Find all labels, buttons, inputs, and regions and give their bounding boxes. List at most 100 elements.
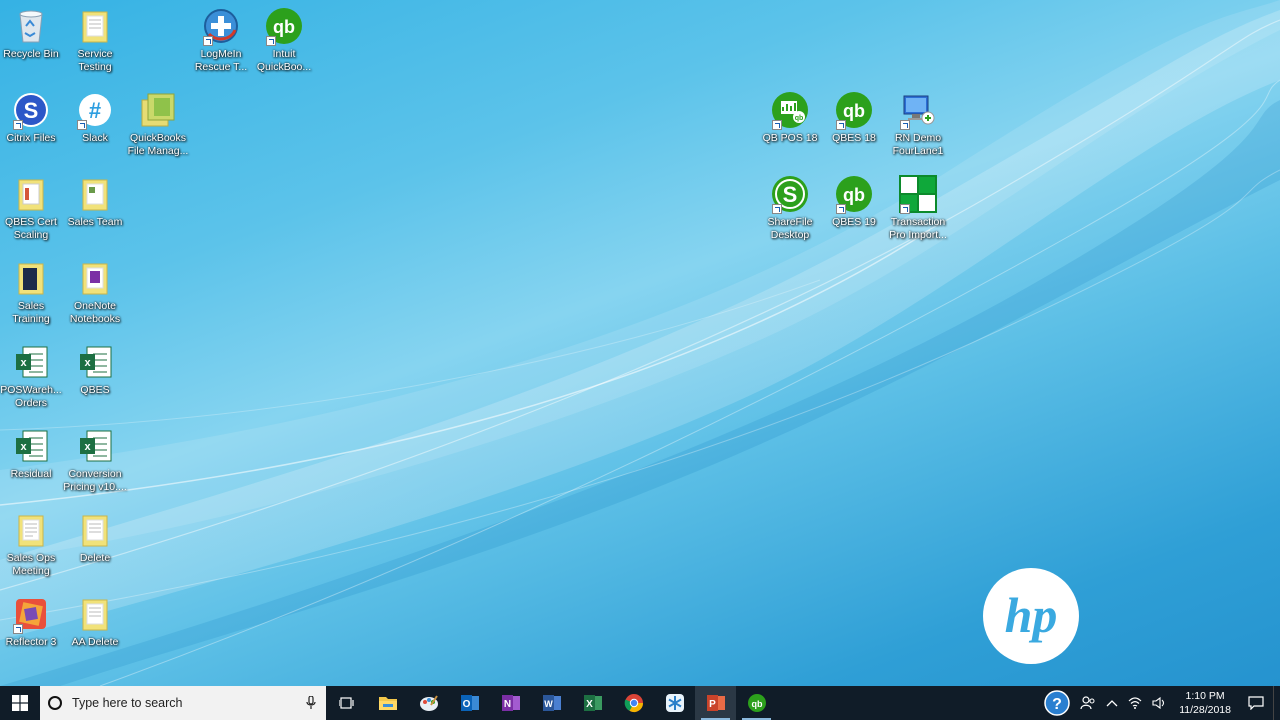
outlook-icon: O — [460, 695, 479, 711]
taskbar-search-box[interactable]: Type here to search — [40, 686, 326, 720]
shortcut-arrow-icon — [900, 120, 910, 130]
desktop-icon-aa-delete[interactable]: AA Delete — [63, 590, 127, 649]
desktop-icon-service-testing[interactable]: Service Testing — [63, 2, 127, 74]
taskbar-file-explorer[interactable] — [367, 686, 408, 720]
clock-time: 1:10 PM — [1185, 690, 1225, 702]
taskbar-powerpoint[interactable]: P — [695, 686, 736, 720]
svg-text:qb: qb — [843, 185, 865, 205]
taskbar-quickbooks[interactable]: qb — [736, 686, 777, 720]
desktop-icon-label: Service Testing — [77, 48, 113, 73]
desktop-icon-label: QBES — [80, 384, 110, 396]
desktop-icon-residual[interactable]: x Residual — [0, 422, 63, 481]
shortcut-arrow-icon — [836, 120, 846, 130]
qb-pos-icon: qb — [770, 90, 810, 130]
desktop-icon-sharefile-desktop[interactable]: S ShareFile Desktop — [758, 170, 822, 242]
desktop-icon-qbes-cert-scaling[interactable]: QBES Cert Scaling — [0, 170, 63, 242]
desktop-icon-label: QB POS 18 — [762, 132, 818, 144]
speaker-icon — [1152, 697, 1165, 709]
svg-text:S: S — [783, 182, 798, 207]
svg-text:P: P — [709, 699, 716, 710]
network-button[interactable] — [1123, 686, 1147, 720]
folder-icon — [11, 510, 51, 550]
desktop-icon-label: Conversion Pricing v10.... — [63, 468, 127, 493]
desktop-icon-citrix-files[interactable]: S Citrix Files — [0, 86, 63, 145]
desktop-icon-sales-team[interactable]: Sales Team — [63, 170, 127, 229]
desktop-icon-transaction-pro-importer[interactable]: Transaction Pro Import... — [886, 170, 950, 242]
desktop-icon-poswarehouse-orders[interactable]: x POSWareh... Orders — [0, 338, 63, 410]
desktop-icon-label: QuickBooks File Manag... — [127, 132, 189, 157]
desktop-icon-qbes-18[interactable]: qb QBES 18 — [822, 86, 886, 145]
folder-icon — [75, 510, 115, 550]
folder-icon — [75, 594, 115, 634]
microphone-icon[interactable] — [296, 696, 326, 710]
desktop-icon-label: Reflector 3 — [5, 636, 57, 648]
remote-desktop-icon — [898, 90, 938, 130]
clock[interactable]: 1:10 PM 11/28/2018 — [1171, 689, 1239, 717]
taskbar-word[interactable]: W — [531, 686, 572, 720]
people-button[interactable] — [1075, 686, 1101, 720]
desktop-icon-qb-pos-18[interactable]: qb QB POS 18 — [758, 86, 822, 145]
shortcut-arrow-icon — [203, 36, 213, 46]
desktop-icon-sales-ops-meeting[interactable]: Sales Ops Meeting — [0, 506, 63, 578]
task-view-button[interactable] — [326, 686, 367, 720]
desktop-icon-intuit-quickbooks[interactable]: qb Intuit QuickBoo... — [252, 2, 316, 74]
desktop-icon-label: Citrix Files — [6, 132, 56, 144]
clock-date: 11/28/2018 — [1179, 704, 1231, 716]
desktop: Recycle Bin S Citrix Files QBES Cert Sca… — [0, 0, 1280, 686]
action-center-button[interactable] — [1239, 686, 1273, 720]
desktop-icon-sales-training[interactable]: Sales Training — [0, 254, 63, 326]
shortcut-arrow-icon — [266, 36, 276, 46]
people-icon — [1080, 696, 1095, 710]
taskbar-snowflake-app[interactable] — [654, 686, 695, 720]
shortcut-arrow-icon — [13, 120, 23, 130]
help-button[interactable]: ? — [1039, 686, 1075, 720]
desktop-icon-label: Recycle Bin — [3, 48, 59, 60]
task-view-icon — [338, 697, 354, 709]
desktop-icon-onenote-notebooks[interactable]: OneNote Notebooks — [63, 254, 127, 326]
taskbar-onenote[interactable]: N — [490, 686, 531, 720]
taskbar-outlook[interactable]: O — [449, 686, 490, 720]
quickbooks-file-manager-icon — [138, 90, 178, 130]
cortana-icon — [48, 696, 62, 710]
onenote-icon: N — [501, 695, 520, 711]
show-hidden-icons-button[interactable] — [1101, 686, 1123, 720]
recycle-bin-icon — [11, 6, 51, 46]
svg-text:qb: qb — [751, 699, 762, 709]
folder-icon — [11, 174, 51, 214]
desktop-icon-rn-demo-fourlane1[interactable]: RN Demo FourLane1 — [886, 86, 950, 158]
excel-file-icon: x — [75, 426, 115, 466]
transaction-pro-icon — [898, 174, 938, 214]
desktop-icon-label: Sales Team — [67, 216, 123, 228]
wallpaper-waves — [0, 0, 1280, 686]
desktop-icon-conversion-pricing[interactable]: x Conversion Pricing v10.... — [63, 422, 127, 494]
slack-icon: # — [75, 90, 115, 130]
desktop-icon-qbes-19[interactable]: qb QBES 19 — [822, 170, 886, 229]
desktop-icon-label: Delete — [79, 552, 111, 564]
svg-text:X: X — [586, 699, 593, 710]
desktop-icon-recycle-bin[interactable]: Recycle Bin — [0, 2, 63, 61]
svg-text:?: ? — [1052, 696, 1062, 713]
show-desktop-button[interactable] — [1273, 686, 1280, 720]
taskbar-paint[interactable] — [408, 686, 449, 720]
help-icon: ? — [1044, 690, 1070, 716]
desktop-icon-label: Sales Training — [12, 300, 50, 325]
quickbooks-icon: qb — [834, 90, 874, 130]
shortcut-arrow-icon — [77, 120, 87, 130]
desktop-icon-label: OneNote Notebooks — [69, 300, 121, 325]
desktop-icon-logmein-rescue[interactable]: LogMeIn Rescue T... — [189, 2, 253, 74]
volume-button[interactable] — [1147, 686, 1171, 720]
desktop-icon-delete[interactable]: Delete — [63, 506, 127, 565]
start-button[interactable] — [0, 686, 40, 720]
desktop-icon-qbes[interactable]: x QBES — [63, 338, 127, 397]
taskbar-chrome[interactable] — [613, 686, 654, 720]
desktop-icon-quickbooks-file-manager[interactable]: QuickBooks File Manag... — [126, 86, 190, 158]
desktop-icon-reflector-3[interactable]: Reflector 3 — [0, 590, 63, 649]
paint-icon — [419, 695, 438, 711]
desktop-icon-label: RN Demo FourLane1 — [892, 132, 944, 157]
desktop-icon-slack[interactable]: # Slack — [63, 86, 127, 145]
svg-text:x: x — [20, 441, 27, 453]
folder-icon — [378, 697, 397, 710]
folder-icon — [75, 6, 115, 46]
shortcut-arrow-icon — [772, 120, 782, 130]
taskbar-excel[interactable]: X — [572, 686, 613, 720]
